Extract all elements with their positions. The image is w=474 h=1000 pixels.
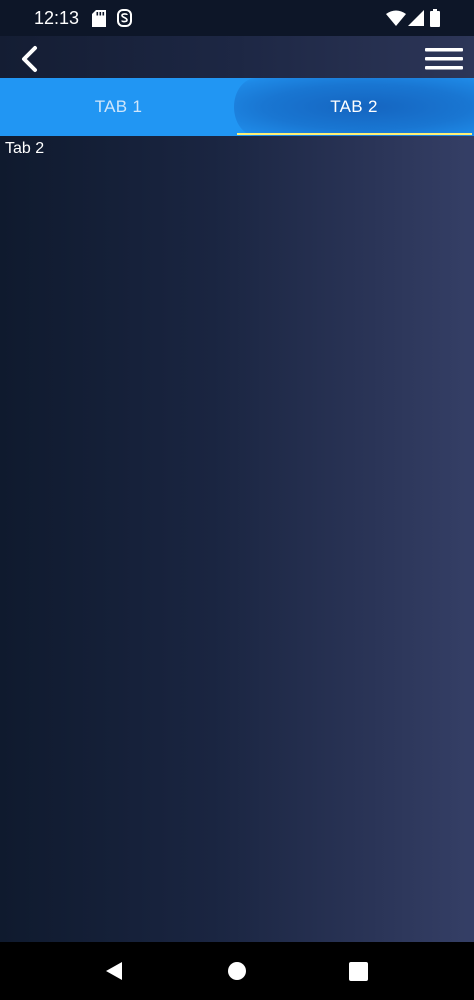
- menu-button[interactable]: [420, 44, 466, 74]
- app-bar: [0, 36, 474, 78]
- nav-home-icon[interactable]: [227, 961, 247, 981]
- tab-content-text: Tab 2: [5, 140, 45, 157]
- tab-1-label: TAB 1: [94, 97, 143, 116]
- wifi-icon: [386, 10, 406, 26]
- tab-1[interactable]: TAB 1: [0, 78, 237, 136]
- tab-2[interactable]: TAB 2: [234, 78, 474, 136]
- nav-back-icon[interactable]: [104, 961, 124, 981]
- chevron-left-icon: [22, 46, 37, 72]
- hamburger-menu-icon: [425, 48, 463, 70]
- status-bar: 12:13: [0, 0, 474, 36]
- tab-bar: TAB 1 TAB 2: [0, 78, 474, 136]
- battery-icon: [430, 9, 440, 27]
- sd-card-icon: [92, 10, 106, 27]
- status-time: 12:13: [34, 8, 80, 28]
- app-screen: 12:13 TAB 1 TAB 2 Tab 2: [0, 0, 474, 1000]
- back-button[interactable]: [14, 44, 46, 74]
- selected-tab-indicator: [237, 133, 472, 135]
- nav-recents-icon[interactable]: [349, 962, 368, 981]
- cell-signal-icon: [408, 10, 424, 26]
- tab-2-label: TAB 2: [330, 97, 378, 116]
- s-app-icon: [117, 9, 132, 27]
